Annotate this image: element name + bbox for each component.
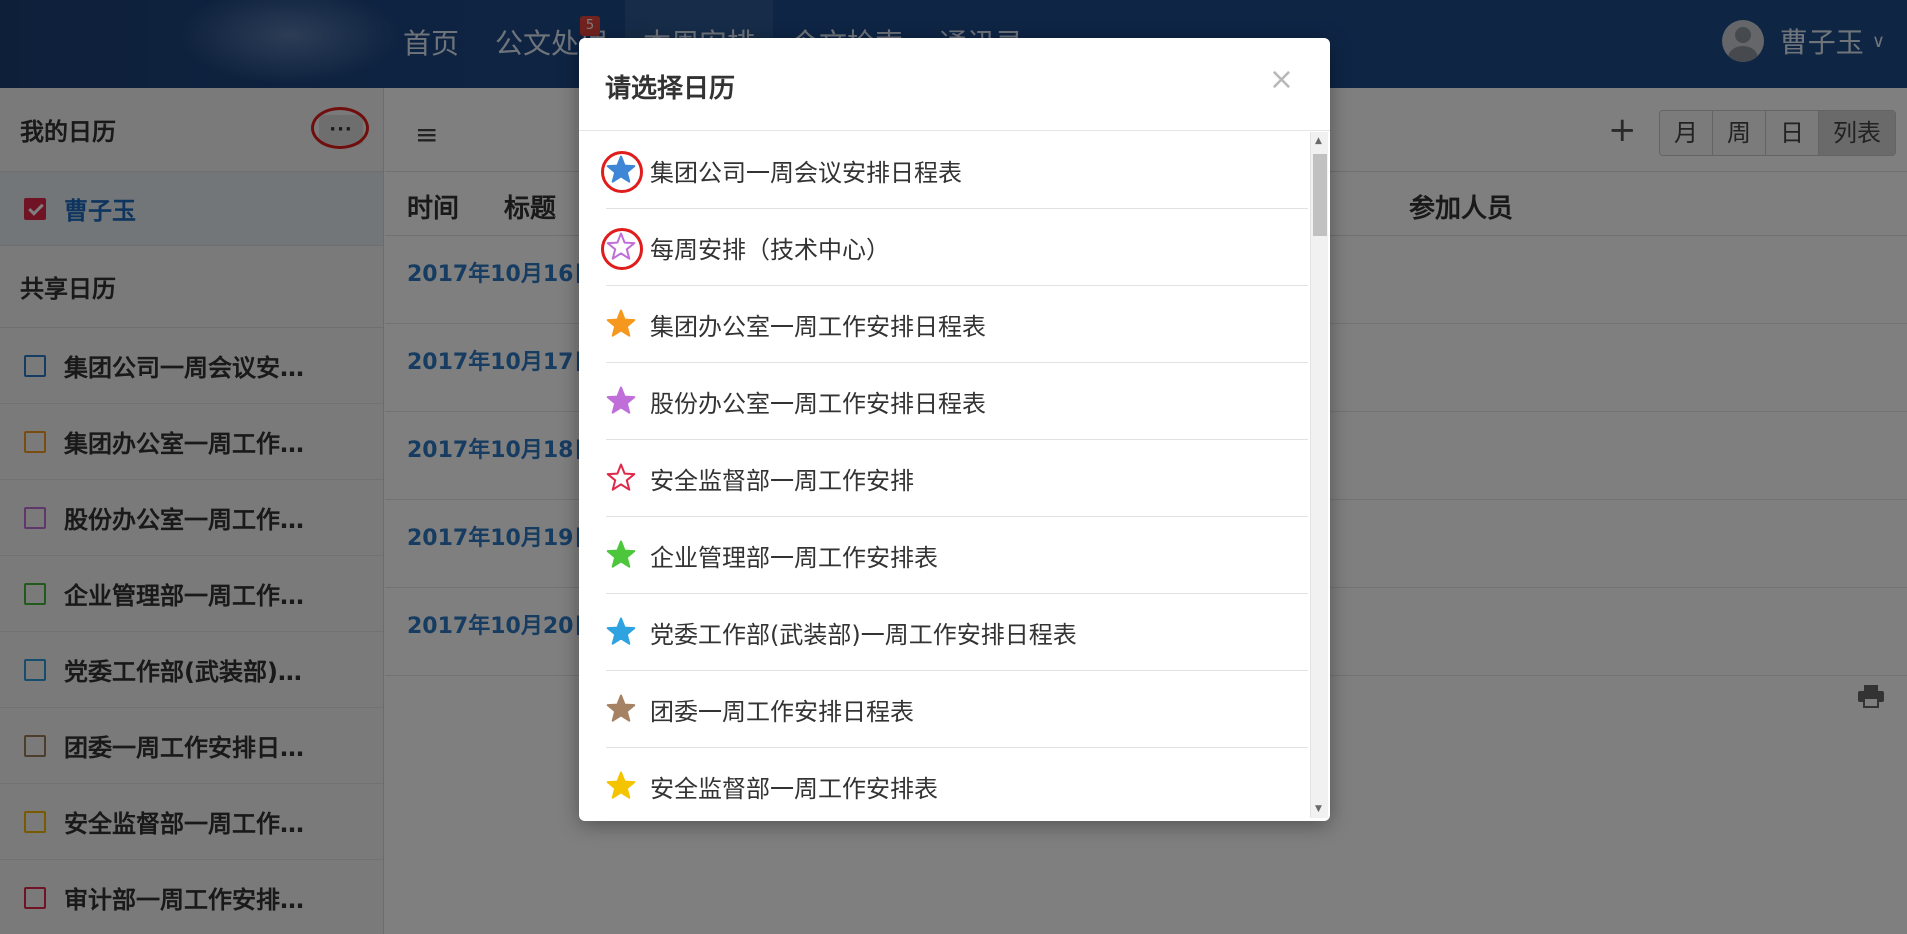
calendar-option-label: 股份办公室一周工作安排日程表 [650, 389, 986, 418]
calendar-option-label: 企业管理部一周工作安排表 [650, 543, 938, 572]
star-filled-icon[interactable] [606, 540, 636, 570]
scroll-up-icon[interactable]: ▲ [1315, 136, 1322, 146]
calendar-option-label: 集团公司一周会议安排日程表 [650, 158, 962, 187]
close-icon[interactable]: × [1269, 62, 1294, 97]
calendar-option-label: 团委一周工作安排日程表 [650, 697, 914, 726]
calendar-option[interactable]: 企业管理部一周工作安排表 [606, 517, 1308, 594]
calendar-option-label: 党委工作部(武装部)一周工作安排日程表 [650, 620, 1077, 649]
star-outline-icon[interactable] [601, 228, 643, 270]
star-filled-icon[interactable] [606, 309, 636, 339]
star-filled-icon[interactable] [606, 771, 636, 801]
star-outline-icon[interactable] [606, 463, 636, 493]
star-filled-icon[interactable] [601, 151, 643, 193]
calendar-option[interactable]: 集团办公室一周工作安排日程表 [606, 286, 1308, 363]
calendar-option[interactable]: 团委一周工作安排日程表 [606, 671, 1308, 748]
calendar-option-label: 集团办公室一周工作安排日程表 [650, 312, 986, 341]
star-filled-icon[interactable] [606, 386, 636, 416]
dialog-title: 请选择日历 [605, 74, 736, 104]
calendar-option[interactable]: 安全监督部一周工作安排 [606, 440, 1308, 517]
highlight-circle [601, 228, 643, 270]
calendar-option[interactable]: 党委工作部(武装部)一周工作安排日程表 [606, 594, 1308, 671]
scroll-down-icon[interactable]: ▼ [1315, 804, 1322, 814]
calendar-option[interactable]: 每周安排（技术中心） [601, 209, 1308, 286]
calendar-option[interactable]: 安全监督部一周工作安排表 [606, 748, 1308, 818]
star-filled-icon[interactable] [606, 694, 636, 724]
select-calendar-dialog: 请选择日历 × 集团公司一周会议安排日程表 每周安排（技术中心） 集团办公室一周工作… [579, 38, 1330, 821]
calendar-option[interactable]: 集团公司一周会议安排日程表 [601, 132, 1308, 209]
calendar-option-label: 安全监督部一周工作安排表 [650, 774, 938, 803]
calendar-options: 集团公司一周会议安排日程表 每周安排（技术中心） 集团办公室一周工作安排日程表 股份办… [579, 132, 1330, 818]
calendar-option-label: 安全监督部一周工作安排 [650, 466, 914, 495]
highlight-circle [601, 151, 643, 193]
calendar-options-list: 集团公司一周会议安排日程表 每周安排（技术中心） 集团办公室一周工作安排日程表 股份办… [579, 132, 1330, 818]
star-filled-icon[interactable] [606, 617, 636, 647]
calendar-option-label: 每周安排（技术中心） [650, 235, 890, 264]
scrollbar-thumb[interactable] [1313, 154, 1327, 236]
dialog-header: 请选择日历 × [579, 38, 1330, 131]
calendar-option[interactable]: 股份办公室一周工作安排日程表 [606, 363, 1308, 440]
scrollbar[interactable]: ▲ ▼ [1310, 132, 1328, 818]
